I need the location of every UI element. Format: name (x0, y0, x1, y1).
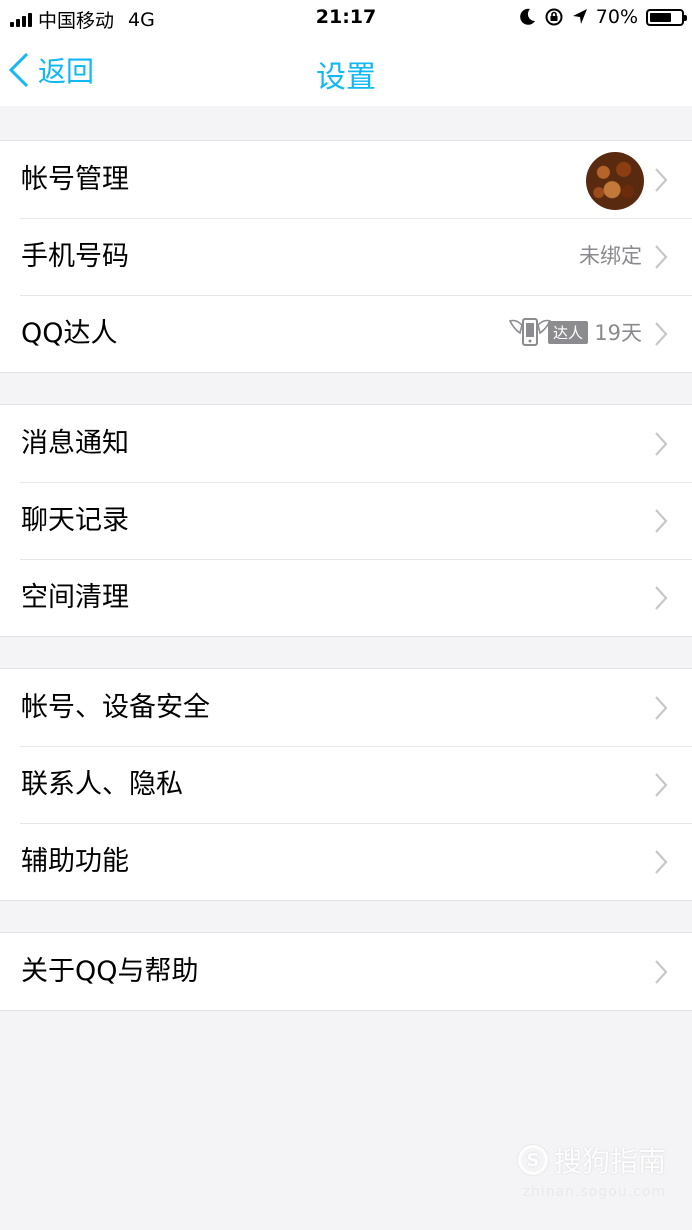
chevron-right-icon (655, 322, 668, 346)
watermark-url: zhinan.sogou.com (522, 1184, 666, 1200)
row-label: 空间清理 (21, 582, 129, 613)
row-label: 辅助功能 (21, 846, 129, 877)
chevron-right-icon (655, 245, 668, 269)
chevron-right-icon (655, 168, 668, 192)
chevron-right-icon (655, 432, 668, 456)
settings-row-contacts-privacy[interactable]: 联系人、隐私 (0, 746, 692, 823)
settings-row-notifications[interactable]: 消息通知 (0, 405, 692, 482)
settings-row-storage-cleanup[interactable]: 空间清理 (0, 559, 692, 636)
settings-row-account-device-security[interactable]: 帐号、设备安全 (0, 669, 692, 746)
row-label: 帐号、设备安全 (21, 692, 210, 723)
daren-badge: 达人 (508, 315, 588, 349)
row-label: 聊天记录 (21, 505, 129, 536)
settings-row-phone-number[interactable]: 手机号码 未绑定 (0, 218, 692, 295)
status-bar: 中国移动 4G 21:17 70% (0, 0, 692, 36)
settings-group-about: 关于QQ与帮助 (0, 932, 692, 1011)
sogou-logo-icon: S (517, 1145, 548, 1175)
sogou-watermark: S 搜狗指南 zhinan.sogou.com (517, 1140, 666, 1200)
settings-group-account: 帐号管理 手机号码 未绑定 QQ达人 达人 19天 (0, 140, 692, 373)
settings-group-security: 帐号、设备安全 联系人、隐私 辅助功能 (0, 668, 692, 901)
chevron-right-icon (655, 509, 668, 533)
row-label: 帐号管理 (21, 164, 129, 195)
do-not-disturb-moon-icon (519, 8, 535, 25)
winged-phone-icon (508, 318, 552, 346)
chevron-right-icon (655, 850, 668, 874)
daren-badge-label: 达人 (547, 320, 588, 344)
row-label: 关于QQ与帮助 (21, 956, 199, 987)
settings-row-account-management[interactable]: 帐号管理 (0, 141, 692, 218)
settings-row-qq-daren[interactable]: QQ达人 达人 19天 (0, 295, 692, 372)
settings-row-accessibility[interactable]: 辅助功能 (0, 823, 692, 900)
navigation-bar: 返回 设置 (0, 36, 692, 106)
chevron-right-icon (655, 773, 668, 797)
row-label: 手机号码 (21, 241, 129, 272)
page-title: 设置 (316, 60, 376, 95)
chevron-right-icon (655, 586, 668, 610)
settings-row-chat-history[interactable]: 聊天记录 (0, 482, 692, 559)
location-arrow-icon (572, 9, 587, 24)
battery-percent: 70% (595, 6, 638, 28)
row-label: 联系人、隐私 (21, 769, 183, 800)
watermark-brand: 搜狗指南 (553, 1145, 666, 1178)
phone-binding-status: 未绑定 (579, 244, 642, 268)
rotation-lock-icon (545, 8, 563, 26)
settings-group-messages: 消息通知 聊天记录 空间清理 (0, 404, 692, 637)
chevron-right-icon (655, 696, 668, 720)
daren-days: 19天 (594, 321, 642, 345)
settings-row-about-help[interactable]: 关于QQ与帮助 (0, 933, 692, 1010)
battery-icon (646, 8, 687, 26)
avatar (586, 152, 644, 210)
row-label: QQ达人 (21, 318, 118, 349)
chevron-right-icon (655, 960, 668, 984)
row-label: 消息通知 (21, 428, 129, 459)
